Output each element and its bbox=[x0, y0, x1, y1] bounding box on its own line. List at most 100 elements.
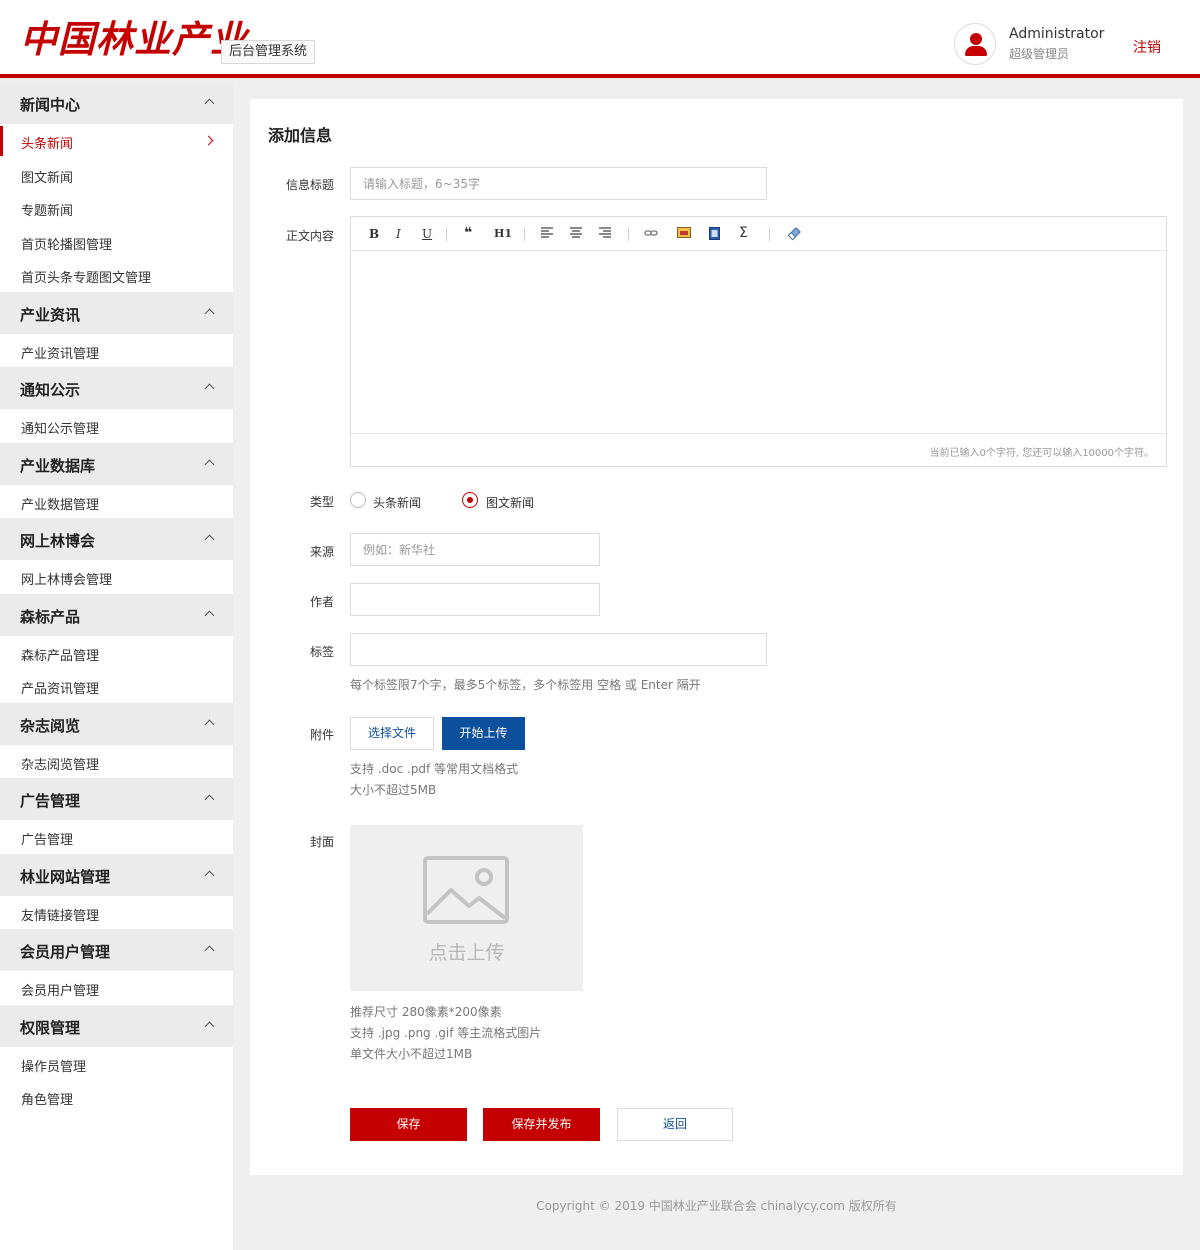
chevron-up-icon[interactable] bbox=[204, 308, 215, 318]
author-label: 作者 bbox=[309, 595, 334, 609]
sidebar-group-header[interactable]: 会员用户管理 bbox=[0, 929, 233, 971]
underline-button[interactable]: U bbox=[422, 227, 432, 241]
sidebar-group-title: 会员用户管理 bbox=[20, 943, 111, 961]
align-center-icon[interactable] bbox=[570, 227, 582, 241]
sidebar-item[interactable]: 通知公示管理 bbox=[0, 409, 233, 443]
type-option-graphic-label[interactable]: 图文新闻 bbox=[486, 494, 534, 511]
sidebar-item[interactable]: 产业数据管理 bbox=[0, 485, 233, 519]
sidebar-group-header[interactable]: 权限管理 bbox=[0, 1004, 233, 1047]
copyright: Copyright © 2019 中国林业产业联合会 chinalycy.com… bbox=[536, 1199, 897, 1213]
cover-upload-text: 点击上传 bbox=[428, 942, 505, 964]
sidebar-group-header[interactable]: 产业资讯 bbox=[0, 291, 233, 334]
author-input[interactable] bbox=[350, 583, 600, 616]
eraser-icon[interactable] bbox=[787, 227, 801, 244]
chevron-up-icon[interactable] bbox=[204, 534, 215, 545]
sidebar-group-header[interactable]: 林业网站管理 bbox=[0, 853, 233, 896]
cover-hint-filesize: 单文件大小不超过1MB bbox=[350, 1047, 473, 1061]
tags-label: 标签 bbox=[309, 645, 334, 659]
sidebar-group-header[interactable]: 通知公示 bbox=[0, 367, 233, 409]
sidebar-item-label: 角色管理 bbox=[21, 1093, 74, 1108]
image-icon[interactable] bbox=[677, 227, 691, 241]
sidebar-item[interactable]: 森标产品管理 bbox=[0, 636, 233, 670]
sidebar-group-title: 广告管理 bbox=[20, 792, 81, 810]
heading-button[interactable]: H1 bbox=[494, 227, 512, 241]
headline-input[interactable] bbox=[350, 167, 767, 200]
sidebar-item-label: 产品资讯管理 bbox=[21, 682, 100, 697]
system-name-badge: 后台管理系统 bbox=[221, 40, 316, 64]
back-button[interactable]: 返回 bbox=[617, 1108, 733, 1141]
sidebar-item-label: 通知公示管理 bbox=[21, 422, 100, 437]
sidebar-item[interactable]: 广告管理 bbox=[0, 820, 233, 854]
sidebar-group-title: 产业数据库 bbox=[20, 456, 96, 475]
type-radio-graphic[interactable] bbox=[462, 492, 478, 508]
cover-hint-size: 推荐尺寸 280像素*200像素 bbox=[350, 1005, 502, 1019]
sidebar-item[interactable]: 首页轮播图管理 bbox=[0, 225, 233, 259]
sidebar-item-label: 会员用户管理 bbox=[21, 984, 100, 999]
save-publish-button[interactable]: 保存并发布 bbox=[483, 1108, 600, 1141]
sidebar-item-label: 产业资讯管理 bbox=[21, 346, 100, 362]
sidebar-item[interactable]: 产品资讯管理 bbox=[0, 669, 233, 703]
sidebar-group-header[interactable]: 网上林博会 bbox=[0, 518, 233, 560]
italic-button[interactable]: I bbox=[396, 227, 401, 241]
source-input[interactable] bbox=[350, 533, 600, 566]
cover-upload-area[interactable]: 点击上传 bbox=[350, 825, 583, 991]
chevron-up-icon[interactable] bbox=[204, 945, 215, 956]
tags-input[interactable] bbox=[350, 633, 767, 666]
user-role: 超级管理员 bbox=[1009, 47, 1070, 61]
chevron-up-icon[interactable] bbox=[204, 1021, 215, 1031]
sidebar-group-header[interactable]: 杂志阅览 bbox=[0, 702, 233, 745]
quote-button[interactable]: ❝ bbox=[464, 226, 472, 240]
sidebar-group-title: 产业资讯 bbox=[20, 305, 81, 324]
start-upload-button[interactable]: 开始上传 bbox=[442, 717, 525, 750]
sidebar-item[interactable]: 友情链接管理 bbox=[0, 896, 233, 930]
page-title: 添加信息 bbox=[268, 126, 333, 145]
bold-button[interactable]: B bbox=[369, 227, 379, 241]
sidebar-item-label: 网上林博会管理 bbox=[21, 573, 113, 588]
sidebar-item[interactable]: 角色管理 bbox=[0, 1080, 233, 1114]
site-logo[interactable]: 中国林业产业 bbox=[20, 14, 248, 64]
attachment-hint-format: 支持 .doc .pdf 等常用文档格式 bbox=[350, 762, 519, 776]
chevron-right-icon bbox=[203, 135, 214, 146]
video-icon[interactable] bbox=[709, 227, 720, 243]
sidebar-item[interactable]: 首页头条专题图文管理 bbox=[0, 258, 233, 292]
sidebar-item-label: 专题新闻 bbox=[21, 204, 74, 219]
sidebar-item[interactable]: 杂志阅览管理 bbox=[0, 745, 233, 779]
save-button[interactable]: 保存 bbox=[350, 1108, 467, 1141]
sidebar-item[interactable]: 专题新闻 bbox=[0, 191, 233, 225]
type-radio-headline[interactable] bbox=[350, 492, 366, 508]
sidebar-item[interactable]: 头条新闻 bbox=[0, 124, 233, 158]
sidebar-item[interactable]: 操作员管理 bbox=[0, 1047, 233, 1081]
user-icon bbox=[970, 33, 982, 45]
sidebar-item-label: 头条新闻 bbox=[21, 137, 74, 152]
chevron-up-icon[interactable] bbox=[204, 98, 215, 109]
sidebar-item[interactable]: 网上林博会管理 bbox=[0, 560, 233, 594]
avatar[interactable] bbox=[954, 23, 996, 65]
chevron-up-icon[interactable] bbox=[204, 459, 215, 469]
sidebar-item-label: 操作员管理 bbox=[21, 1059, 87, 1075]
sidebar-item[interactable]: 会员用户管理 bbox=[0, 971, 233, 1005]
sidebar-group-title: 权限管理 bbox=[20, 1018, 81, 1037]
align-left-icon[interactable] bbox=[541, 227, 553, 241]
logout-link[interactable]: 注销 bbox=[1133, 37, 1161, 57]
link-icon[interactable] bbox=[644, 227, 658, 241]
sidebar-group-header[interactable]: 新闻中心 bbox=[0, 82, 233, 124]
chevron-up-icon[interactable] bbox=[204, 870, 215, 880]
sidebar-group-header[interactable]: 森标产品 bbox=[0, 593, 233, 636]
toolbar-divider bbox=[524, 228, 525, 241]
sidebar-item[interactable]: 产业资讯管理 bbox=[0, 334, 233, 368]
chevron-up-icon[interactable] bbox=[204, 794, 215, 805]
formula-button[interactable]: Σ bbox=[739, 226, 748, 240]
tags-hint: 每个标签限7个字，最多5个标签，多个标签用 空格 或 Enter 隔开 bbox=[350, 678, 701, 692]
align-right-icon[interactable] bbox=[599, 227, 611, 241]
chevron-up-icon[interactable] bbox=[204, 719, 215, 729]
type-option-headline-label[interactable]: 头条新闻 bbox=[373, 494, 421, 511]
sidebar-group-header[interactable]: 广告管理 bbox=[0, 778, 233, 820]
chevron-up-icon[interactable] bbox=[204, 383, 215, 394]
choose-file-button[interactable]: 选择文件 bbox=[350, 717, 434, 750]
sidebar-item-label: 首页头条专题图文管理 bbox=[21, 271, 152, 286]
sidebar-group-header[interactable]: 产业数据库 bbox=[0, 442, 233, 485]
chevron-up-icon[interactable] bbox=[204, 610, 215, 620]
sidebar-item-label: 产业数据管理 bbox=[21, 497, 100, 513]
sidebar-item-label: 图文新闻 bbox=[21, 170, 74, 186]
sidebar-item[interactable]: 图文新闻 bbox=[0, 158, 233, 192]
